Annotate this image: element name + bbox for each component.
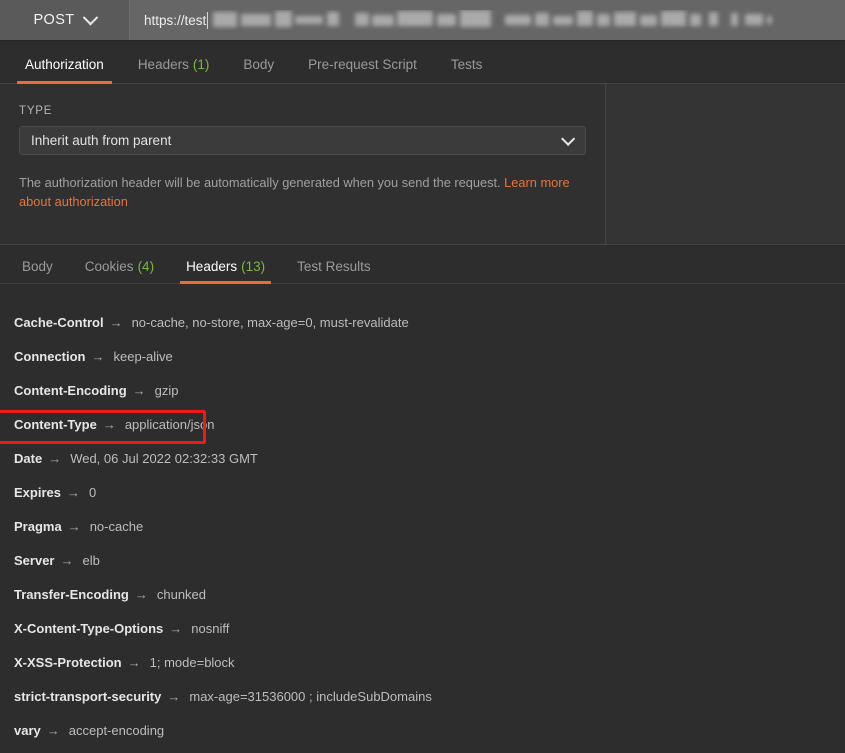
arrow-icon: → <box>132 382 146 398</box>
tab-authorization[interactable]: Authorization <box>8 57 121 84</box>
header-key: Date <box>14 450 43 466</box>
auth-type-selected-value: Inherit auth from parent <box>31 133 172 148</box>
header-value: 0 <box>88 484 97 500</box>
tab-test-results[interactable]: Test Results <box>281 259 387 283</box>
tab-response-cookies[interactable]: Cookies (4) <box>69 259 170 283</box>
header-value: accept-encoding <box>68 722 165 738</box>
arrow-icon: → <box>48 450 62 466</box>
header-row: Pragma → no-cache <box>0 509 845 543</box>
tab-tests-label: Tests <box>450 57 483 72</box>
tab-body-request[interactable]: Body <box>226 57 291 83</box>
arrow-icon: → <box>46 722 60 738</box>
arrow-icon: → <box>91 348 105 364</box>
header-value: gzip <box>154 382 179 398</box>
response-headers-list: Cache-Control → no-cache, no-store, max-ag… <box>0 284 845 749</box>
tab-response-headers-label: Headers <box>186 259 238 274</box>
header-row: vary → accept-encoding <box>0 713 845 747</box>
tab-response-headers[interactable]: Headers (13) <box>170 259 281 284</box>
response-tab-strip: Body Cookies (4) Headers (13) Test Results <box>0 245 845 284</box>
header-key: Content-Type <box>14 416 97 432</box>
arrow-icon: → <box>109 314 123 330</box>
arrow-icon: → <box>67 518 81 534</box>
tab-response-cookies-count: (4) <box>137 259 155 274</box>
text-caret <box>207 11 209 29</box>
tab-headers-request-count: (1) <box>192 57 210 72</box>
header-value: keep-alive <box>113 348 173 364</box>
header-value: nosniff <box>191 620 230 636</box>
tab-response-cookies-label: Cookies <box>84 259 134 274</box>
header-key: Content-Encoding <box>14 382 127 398</box>
url-redacted-blur <box>209 10 845 30</box>
authorization-panel: TYPE Inherit auth from parent The author… <box>0 84 845 245</box>
header-key: vary <box>14 722 41 738</box>
header-key: X-XSS-Protection <box>14 654 122 670</box>
url-input[interactable]: https://test <box>130 0 845 40</box>
chevron-down-icon <box>561 131 576 146</box>
tab-body-request-label: Body <box>243 57 275 72</box>
header-value: chunked <box>156 586 207 602</box>
arrow-icon: → <box>169 620 183 636</box>
request-tab-strip: Authorization Headers (1) Body Pre-reques… <box>0 41 845 84</box>
tab-headers-request-label: Headers <box>137 57 189 72</box>
tab-pre-request-script-label: Pre-request Script <box>308 57 417 72</box>
auth-type-label: TYPE <box>19 105 53 117</box>
header-row: Connection → keep-alive <box>0 339 845 373</box>
header-row: Cache-Control → no-cache, no-store, max-ag… <box>0 305 845 339</box>
arrow-icon: → <box>60 552 74 568</box>
header-row: strict-transport-security → max-age=315360… <box>0 679 845 713</box>
arrow-icon: → <box>102 416 116 432</box>
header-key: strict-transport-security <box>14 688 162 704</box>
tab-tests[interactable]: Tests <box>434 57 500 83</box>
header-row: Content-Type → application/json <box>0 407 845 444</box>
header-key: X-Content-Type-Options <box>14 620 164 636</box>
tab-response-body-label: Body <box>22 259 53 274</box>
authorization-right-pane <box>606 84 845 244</box>
tab-response-body[interactable]: Body <box>6 259 69 283</box>
authorization-settings: TYPE Inherit auth from parent The author… <box>0 84 606 244</box>
auth-type-dropdown[interactable]: Inherit auth from parent <box>19 126 586 155</box>
http-method-dropdown[interactable]: POST <box>0 0 130 40</box>
header-value: no-cache <box>89 518 144 534</box>
header-key: Server <box>14 552 55 568</box>
header-row: Content-Encoding → gzip <box>0 373 845 407</box>
header-row: Expires → 0 <box>0 475 845 509</box>
chevron-down-icon <box>82 9 98 25</box>
header-key: Expires <box>14 484 61 500</box>
header-row: X-Content-Type-Options → nosniff <box>0 611 845 645</box>
tab-test-results-label: Test Results <box>297 259 371 274</box>
header-row: Date → Wed, 06 Jul 2022 02:32:33 GMT <box>0 441 845 475</box>
url-text: https://test <box>144 12 207 28</box>
header-row: X-XSS-Protection → 1; mode=block <box>0 645 845 679</box>
header-key: Cache-Control <box>14 314 104 330</box>
arrow-icon: → <box>127 654 141 670</box>
header-row: Transfer-Encoding → chunked <box>0 577 845 611</box>
arrow-icon: → <box>66 484 80 500</box>
request-bar: POST https://test <box>0 0 845 41</box>
tab-authorization-label: Authorization <box>25 57 104 72</box>
header-value: elb <box>82 552 100 568</box>
arrow-icon: → <box>167 688 181 704</box>
header-value: 1; mode=block <box>149 654 235 670</box>
header-key: Pragma <box>14 518 62 534</box>
tab-response-headers-count: (13) <box>241 259 266 274</box>
header-value: no-cache, no-store, max-age=0, must-reva… <box>131 314 409 330</box>
header-value: application/json <box>124 416 215 432</box>
header-value: Wed, 06 Jul 2022 02:32:33 GMT <box>70 450 258 466</box>
header-key: Transfer-Encoding <box>14 586 129 602</box>
header-key: Connection <box>14 348 86 364</box>
header-row: Server → elb <box>0 543 845 577</box>
auth-description: The authorization header will be automat… <box>19 173 579 211</box>
http-method-label: POST <box>33 12 75 28</box>
arrow-icon: → <box>134 586 148 602</box>
auth-description-text: The authorization header will be automat… <box>19 175 505 190</box>
tab-pre-request-script[interactable]: Pre-request Script <box>291 57 434 83</box>
tab-headers-request[interactable]: Headers (1) <box>121 57 227 83</box>
header-value: max-age=31536000 ; includeSubDomains <box>189 688 432 704</box>
